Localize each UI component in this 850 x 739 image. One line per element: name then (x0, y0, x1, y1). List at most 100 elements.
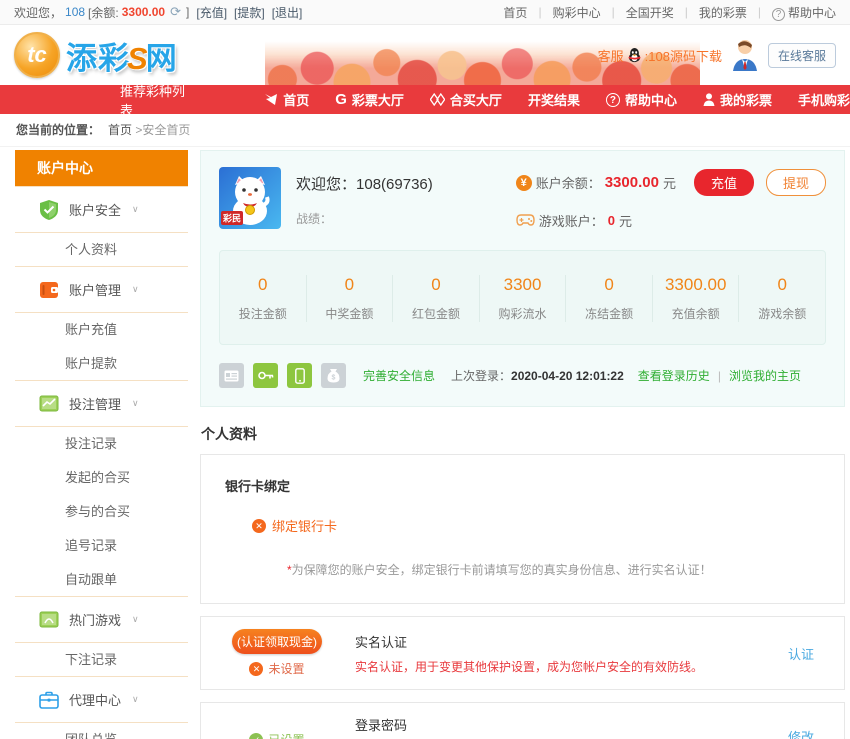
logo-monogram-icon: tc (14, 32, 60, 78)
stat-game-balance: 0游戏余额 (738, 275, 825, 322)
nav-item-home[interactable]: 首页 (264, 90, 309, 109)
chevron-down-icon: ∨ (132, 694, 139, 705)
sidebar: 账户中心 账户安全 ∨ 个人资料 账户管理 ∨ 账户充值 账户提款 投注管理 ∨… (15, 150, 188, 739)
nav-item-my-tickets[interactable]: 我的彩票 (703, 90, 772, 109)
nav-item-group-buy-hall[interactable]: 合买大厅 (430, 90, 502, 109)
breadcrumb-home-link[interactable]: 首页 (108, 123, 132, 137)
stat-winning-amount: 0中奖金额 (306, 275, 393, 322)
last-login: 上次登录：2020-04-20 12:01:22 (451, 367, 624, 384)
security-status-row: $ 完善安全信息 上次登录：2020-04-20 12:01:22 查看登录历史… (219, 363, 826, 388)
sidebar-item-joined-group-buys[interactable]: 参与的合买 (15, 495, 188, 529)
stat-bet-amount: 0投注金额 (220, 275, 306, 322)
sidebar-item-team-overview[interactable]: 团队总览 (15, 723, 188, 739)
topbar-link-my-tickets[interactable]: 我的彩票 (699, 4, 747, 21)
id-card-icon (219, 363, 244, 388)
sidebar-group-agent-center[interactable]: 代理中心 ∨ (15, 676, 188, 723)
sidebar-group-bet-management[interactable]: 投注管理 ∨ (15, 380, 188, 427)
nav-item-lottery-hall[interactable]: G 彩票大厅 (335, 90, 404, 109)
sidebar-item-bet-records[interactable]: 投注记录 (15, 427, 188, 461)
header-right: 客服 :108源码下载 在线客服 (598, 38, 836, 72)
record-label: 战绩： (296, 210, 433, 227)
modify-password-link[interactable]: 修改 (788, 727, 814, 739)
verify-action-link[interactable]: 认证 (788, 644, 814, 663)
site-header: tc 添彩S网 客服 :108源码下载 在线客服 (0, 25, 850, 85)
user-avatar: 彩民 (219, 167, 281, 229)
refresh-balance-icon[interactable]: ⟳ (170, 4, 181, 20)
bind-bank-card-link[interactable]: ✕ 绑定银行卡 (252, 516, 820, 535)
main-nav: 推荐彩种列表 首页 G 彩票大厅 合买大厅 开奖结果 ? 帮助中心 (0, 85, 850, 114)
stat-lottery-turnover: 3300购彩流水 (479, 275, 566, 322)
bank-card-binding-box: 银行卡绑定 ✕ 绑定银行卡 *为保障您的账户安全，绑定银行卡前请填写您的真实身份… (200, 454, 845, 604)
topbar-link-home[interactable]: 首页 (503, 4, 527, 21)
complete-security-link[interactable]: 完善安全信息 (363, 367, 435, 384)
topbar-logout-link[interactable]: [退出] (272, 4, 303, 21)
last-login-time: 2020-04-20 12:01:22 (511, 369, 624, 383)
sidebar-item-chase-records[interactable]: 追号记录 (15, 529, 188, 563)
sidebar-item-account-recharge[interactable]: 账户充值 (15, 313, 188, 347)
nav-item-mobile[interactable]: 手机购彩 (798, 90, 850, 109)
topbar-link-national-draws[interactable]: 全国开奖 (626, 4, 674, 21)
online-service-button[interactable]: 在线客服 (768, 43, 836, 68)
game-account-label: 游戏账户： (539, 211, 604, 230)
topbar-withdraw-link[interactable]: [提款] (234, 4, 265, 21)
shield-icon (38, 199, 60, 221)
game-monitor-icon (38, 609, 60, 631)
unit-yuan: 元 (619, 211, 632, 230)
breadcrumb-label: 您当前的位置： (16, 123, 100, 137)
view-login-history-link[interactable]: 查看登录历史 (638, 367, 710, 384)
separator: | (538, 5, 541, 19)
topbar-link-help[interactable]: ?帮助中心 (772, 4, 836, 21)
qq-penguin-icon (627, 47, 642, 63)
user-display-name: 108(69736) (356, 176, 433, 193)
real-name-info: 实名认证 实名认证，用于变更其他保护设置，成为您帐户安全的有效防线。 (355, 632, 788, 675)
verify-reward-badge[interactable]: (认证领取现金) (232, 629, 322, 654)
sidebar-item-initiated-group-buys[interactable]: 发起的合买 (15, 461, 188, 495)
topbar-recharge-link[interactable]: [充值] (196, 4, 227, 21)
g-icon: G (335, 91, 347, 108)
sidebar-title: 账户中心 (15, 150, 188, 187)
gamepad-icon (516, 214, 535, 228)
account-stats-strip: 0投注金额 0中奖金额 0红包金额 3300购彩流水 0冻结金额 3300.00… (219, 250, 826, 345)
status-not-set: ✕ 未设置 (249, 660, 304, 677)
bank-binding-note: *为保障您的账户安全，绑定银行卡前请填写您的真实身份信息、进行实名认证！ (287, 561, 820, 578)
question-icon: ? (606, 93, 620, 107)
double-diamond-icon (430, 93, 445, 106)
login-password-box: ✓ 已设置 登录密码 登录网站账户的密码 修改 (200, 702, 845, 739)
chevron-down-icon: ∨ (132, 614, 139, 625)
nav-item-draw-results[interactable]: 开奖结果 (528, 90, 580, 109)
withdraw-button[interactable]: 提现 (766, 169, 826, 196)
separator: | (718, 369, 721, 383)
welcome-label: 欢迎您： (296, 176, 356, 193)
customer-service-avatar (730, 38, 760, 72)
nav-item-help-center[interactable]: ? 帮助中心 (606, 90, 677, 109)
sidebar-item-account-withdraw[interactable]: 账户提款 (15, 347, 188, 381)
sidebar-item-personal-profile[interactable]: 个人资料 (15, 233, 188, 267)
sidebar-item-game-bet-records[interactable]: 下注记录 (15, 643, 188, 677)
breadcrumb-current: >安全首页 (135, 123, 190, 137)
real-name-title: 实名认证 (355, 632, 788, 651)
bank-binding-title: 银行卡绑定 (225, 476, 820, 495)
top-utility-bar: 欢迎您， 108 [余额: 3300.00 ⟳ ] [充值] [提款] [退出]… (0, 0, 850, 25)
separator: | (758, 5, 761, 19)
sidebar-group-account-security[interactable]: 账户安全 ∨ (15, 186, 188, 233)
stat-recharge-balance: 3300.00充值余额 (652, 275, 739, 322)
chevron-down-icon: ∨ (132, 398, 139, 409)
view-my-homepage-link[interactable]: 浏览我的主页 (729, 367, 801, 384)
logo-text: 添彩S网 (66, 33, 178, 78)
breadcrumb: 您当前的位置： 首页 >安全首页 (0, 114, 850, 147)
recharge-button[interactable]: 充值 (694, 169, 754, 196)
svg-text:彩民: 彩民 (222, 213, 241, 224)
sidebar-group-hot-games[interactable]: 热门游戏 ∨ (15, 596, 188, 643)
site-logo[interactable]: tc 添彩S网 (14, 32, 178, 78)
chevron-down-icon: ∨ (132, 284, 139, 295)
chevron-down-icon: ∨ (132, 204, 139, 215)
topbar-link-lottery-center[interactable]: 购彩中心 (553, 4, 601, 21)
wallet-icon (38, 279, 60, 301)
password-title: 登录密码 (355, 715, 788, 734)
svg-text:$: $ (332, 375, 336, 382)
sidebar-group-account-management[interactable]: 账户管理 ∨ (15, 266, 188, 313)
stat-red-packet-amount: 0红包金额 (392, 275, 479, 322)
sidebar-item-auto-follow[interactable]: 自动跟单 (15, 563, 188, 597)
nav-promo-label[interactable]: 推荐彩种列表 (120, 81, 186, 119)
account-balance-label: 账户余额： (536, 173, 601, 192)
